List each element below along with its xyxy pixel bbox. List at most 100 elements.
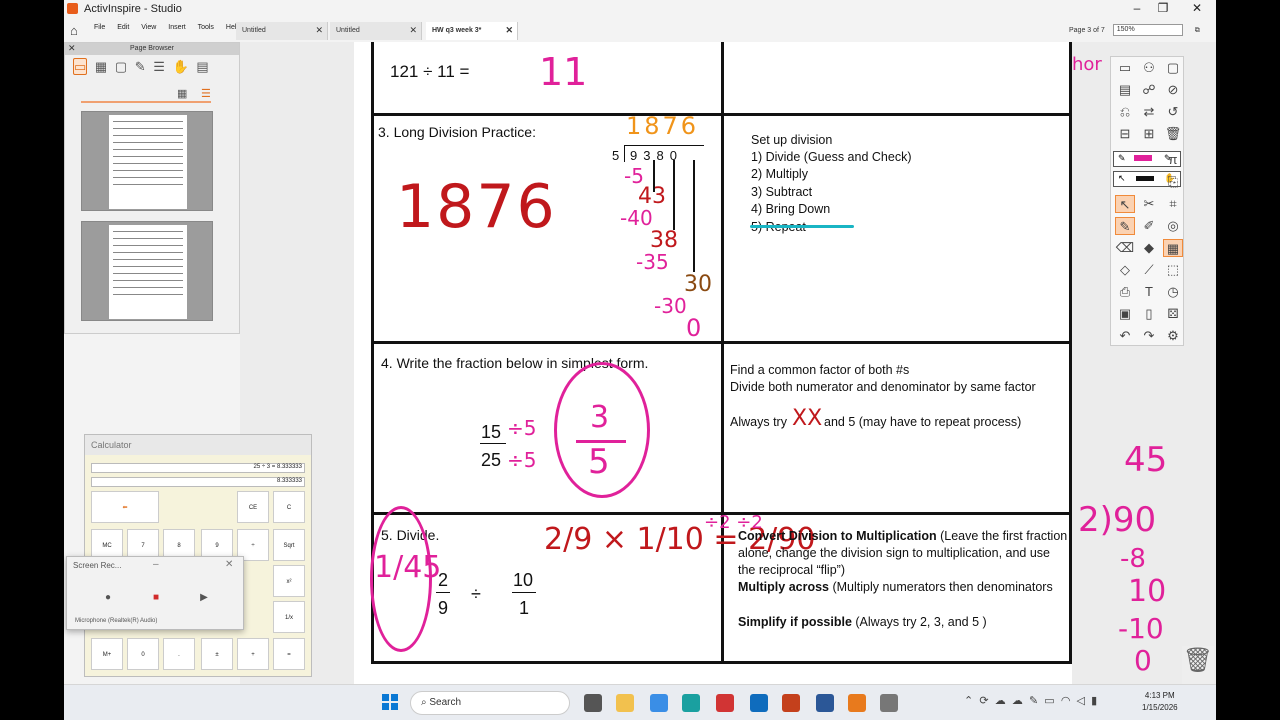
notes-browser-icon[interactable]: ✎ xyxy=(135,59,146,74)
calc-key-equals[interactable]: = xyxy=(273,638,305,670)
calc-key-negate[interactable]: ± xyxy=(201,638,233,670)
toolbox-settings-icon[interactable]: ⚙ xyxy=(1163,327,1183,345)
close-tab-icon[interactable]: ✕ xyxy=(409,25,417,36)
calc-key-ce[interactable]: CE xyxy=(237,491,269,523)
sync-icon[interactable]: ⟳ xyxy=(979,695,988,707)
menu-edit[interactable]: Edit xyxy=(117,24,129,31)
activinspire-taskbar-icon[interactable] xyxy=(848,694,866,712)
undo-icon[interactable]: ↶ xyxy=(1115,327,1135,345)
grid-view-icon[interactable]: ▦ xyxy=(177,87,187,100)
trash-small-icon[interactable]: 🗑 xyxy=(1163,125,1183,143)
eraser-icon[interactable]: ⌫ xyxy=(1115,239,1135,257)
voting-browser-icon[interactable]: ▤ xyxy=(196,59,208,74)
calc-key-mplus[interactable]: M+ xyxy=(91,638,123,670)
wifi-icon[interactable]: ◠ xyxy=(1061,695,1071,707)
calc-key-square[interactable]: x² xyxy=(273,565,305,597)
spotlight-icon[interactable]: ◎ xyxy=(1163,217,1183,235)
camera-icon[interactable]: ⎙ xyxy=(1115,283,1135,301)
save-icon[interactable]: ⬚ xyxy=(1163,261,1183,279)
menu-tools[interactable]: Tools xyxy=(198,24,214,31)
outlook-icon[interactable] xyxy=(750,694,768,712)
file-explorer-icon[interactable] xyxy=(616,694,634,712)
reset-icon[interactable]: ↺ xyxy=(1163,103,1183,121)
volume-icon[interactable]: ◁ xyxy=(1077,695,1085,707)
tab-hw-q3-week-3[interactable]: HW q3 week 3* ✕ xyxy=(426,22,518,40)
file-icon[interactable]: ▯ xyxy=(1139,305,1159,323)
maximize-icon[interactable]: ❐ xyxy=(1148,1,1178,15)
link-icon[interactable]: ☍ xyxy=(1139,81,1159,99)
layers-icon[interactable]: ▤ xyxy=(1115,81,1135,99)
calc-key-reciprocal[interactable]: 1/x xyxy=(273,601,305,633)
close-tab-icon[interactable]: ✕ xyxy=(505,25,513,36)
tab-untitled-1[interactable]: Untitled ✕ xyxy=(236,22,328,40)
close-panel-icon[interactable]: ✕ xyxy=(68,43,76,54)
menu-insert[interactable]: Insert xyxy=(168,24,186,31)
desktop-annotate-icon[interactable]: ▢ xyxy=(1163,59,1183,77)
eraser-settings-icon[interactable]: ⊘ xyxy=(1163,81,1183,99)
calc-key-sqrt[interactable]: Sqrt xyxy=(273,529,305,561)
magic-ink-icon[interactable]: ✂ xyxy=(1139,195,1159,213)
trash-icon[interactable]: 🗑 xyxy=(1182,646,1214,684)
clock-icon[interactable]: ◷ xyxy=(1163,283,1183,301)
clock[interactable]: 4:13 PM 1/15/2026 xyxy=(1142,690,1178,714)
list-view-icon[interactable]: ☰ xyxy=(201,87,211,100)
close-icon[interactable]: ✕ xyxy=(225,559,233,570)
flipchart-icon[interactable]: ▭ xyxy=(1115,59,1135,77)
text-icon[interactable]: T xyxy=(1139,283,1159,301)
redo-icon[interactable]: ↷ xyxy=(1139,327,1159,345)
home-icon[interactable]: ⌂ xyxy=(70,23,78,38)
search-box[interactable]: ⌕ Search xyxy=(410,691,570,715)
cloud-icon[interactable]: ☁ xyxy=(995,695,1006,707)
page-thumbnail-3[interactable] xyxy=(81,221,213,321)
page-browser-icon[interactable]: ▭ xyxy=(73,58,88,75)
start-icon[interactable] xyxy=(382,694,398,710)
calculator-icon[interactable]: ▦ xyxy=(1163,239,1183,257)
play-icon[interactable]: ▶ xyxy=(193,587,215,609)
calc-key-plus[interactable]: + xyxy=(237,638,269,670)
user-icon[interactable]: ⚇ xyxy=(1139,59,1159,77)
calc-key-decimal[interactable]: . xyxy=(163,638,195,670)
object-browser-icon[interactable]: ▢ xyxy=(115,59,127,74)
pages-icon[interactable]: ⊞ xyxy=(1139,125,1159,143)
action-browser-icon[interactable]: ✋ xyxy=(173,59,189,74)
word-icon[interactable] xyxy=(816,694,834,712)
undo-page-icon[interactable]: ⎌ xyxy=(1115,103,1135,121)
tab-untitled-2[interactable]: Untitled ✕ xyxy=(330,22,422,40)
photos-icon[interactable] xyxy=(650,694,668,712)
menu-view[interactable]: View xyxy=(141,24,156,31)
task-view-icon[interactable] xyxy=(584,694,602,712)
chevron-up-icon[interactable]: ⌃ xyxy=(964,695,973,707)
close-tab-icon[interactable]: ✕ xyxy=(315,25,323,36)
zoom-select[interactable]: 150% xyxy=(1112,24,1183,36)
restore-icon[interactable]: ⧉ xyxy=(1195,27,1200,34)
clear-icon[interactable]: ⊟ xyxy=(1115,125,1135,143)
record-dot-icon[interactable]: ● xyxy=(97,587,119,609)
powerpoint-icon[interactable] xyxy=(782,694,800,712)
edge-icon[interactable] xyxy=(682,694,700,712)
cloud-icon[interactable]: ☁ xyxy=(1012,695,1023,707)
highlighter-icon[interactable]: ✐ xyxy=(1139,217,1159,235)
resource-browser-icon[interactable]: ▦ xyxy=(95,59,107,74)
display-icon[interactable]: ▭ xyxy=(1044,695,1054,707)
camera-app-icon[interactable] xyxy=(880,694,898,712)
close-icon[interactable]: ✕ xyxy=(1182,1,1212,15)
acrobat-icon[interactable] xyxy=(716,694,734,712)
dice-icon[interactable]: ⚄ xyxy=(1163,305,1183,323)
battery-icon[interactable]: ▮ xyxy=(1091,695,1097,707)
backspace-key[interactable]: ⬅ xyxy=(91,491,159,523)
connector-icon[interactable]: ⟋ xyxy=(1139,261,1159,279)
calc-key-0[interactable]: 0 xyxy=(127,638,159,670)
shape-icon[interactable]: ◇ xyxy=(1115,261,1135,279)
page-thumbnail-2[interactable] xyxy=(81,111,213,211)
select-tool-icon[interactable]: ↖ xyxy=(1115,195,1135,213)
next-page-icon[interactable]: ⇄ xyxy=(1139,103,1159,121)
reveal-icon[interactable]: ⌗ xyxy=(1163,195,1183,213)
insert-media-icon[interactable]: ▣ xyxy=(1115,305,1135,323)
pen-tool-icon[interactable]: ✎ xyxy=(1115,217,1135,235)
calc-key-c[interactable]: C xyxy=(273,491,305,523)
minimize-icon[interactable]: – xyxy=(153,559,159,570)
pen-tray-icon[interactable]: ✎ xyxy=(1029,695,1038,707)
menu-file[interactable]: File xyxy=(94,24,105,31)
property-browser-icon[interactable]: ☰ xyxy=(153,59,165,74)
stop-icon[interactable]: ■ xyxy=(145,587,167,609)
